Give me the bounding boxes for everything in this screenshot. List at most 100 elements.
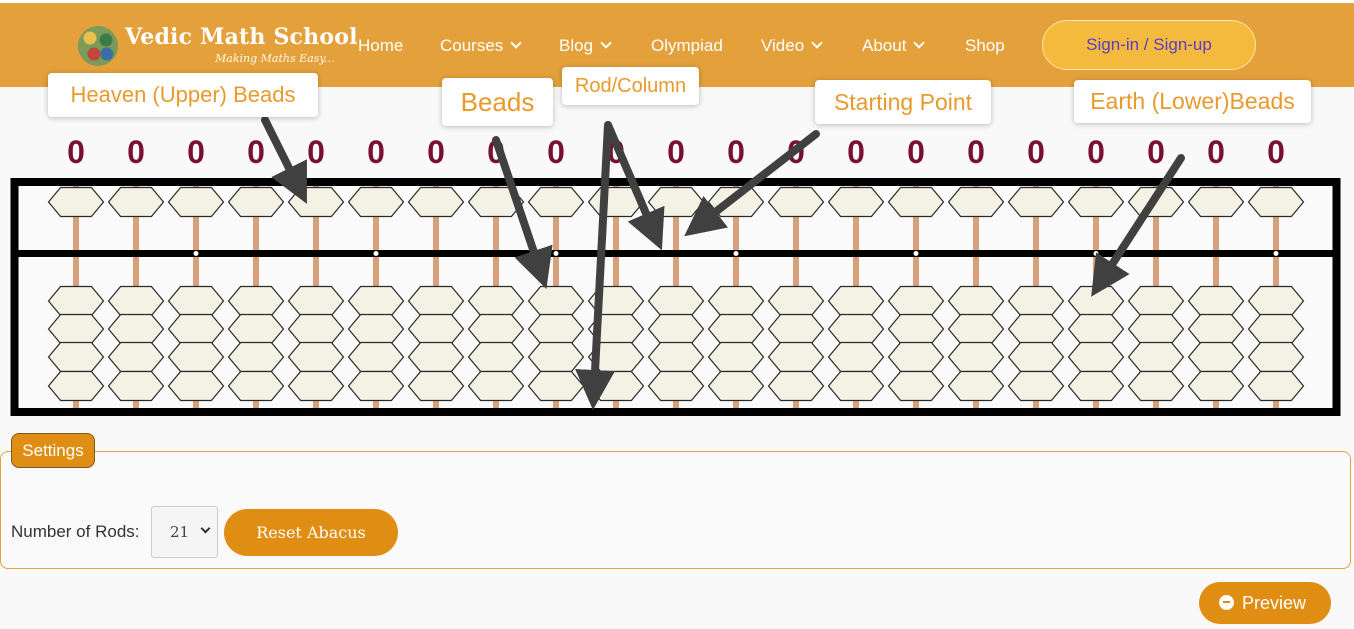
bead[interactable]: [887, 186, 945, 218]
bead[interactable]: [767, 285, 825, 317]
bead[interactable]: [707, 370, 765, 402]
bead[interactable]: [407, 186, 465, 218]
bead[interactable]: [1247, 186, 1305, 218]
bead[interactable]: [887, 370, 945, 402]
bead[interactable]: [47, 313, 105, 345]
bead[interactable]: [887, 313, 945, 345]
bead[interactable]: [227, 313, 285, 345]
bead[interactable]: [1007, 186, 1065, 218]
bead[interactable]: [1187, 313, 1245, 345]
bead[interactable]: [527, 186, 585, 218]
bead[interactable]: [647, 370, 705, 402]
bead[interactable]: [167, 313, 225, 345]
bead[interactable]: [47, 341, 105, 373]
bead[interactable]: [227, 370, 285, 402]
bead[interactable]: [1127, 285, 1185, 317]
bead[interactable]: [227, 285, 285, 317]
bead[interactable]: [167, 341, 225, 373]
bead[interactable]: [1247, 370, 1305, 402]
bead[interactable]: [647, 313, 705, 345]
bead[interactable]: [1067, 341, 1125, 373]
bead[interactable]: [107, 370, 165, 402]
bead[interactable]: [1007, 285, 1065, 317]
bead[interactable]: [347, 313, 405, 345]
bead[interactable]: [1007, 370, 1065, 402]
bead[interactable]: [527, 341, 585, 373]
bead[interactable]: [1127, 313, 1185, 345]
bead[interactable]: [767, 370, 825, 402]
bead[interactable]: [647, 341, 705, 373]
bead[interactable]: [287, 313, 345, 345]
bead[interactable]: [647, 285, 705, 317]
bead[interactable]: [467, 341, 525, 373]
bead[interactable]: [947, 341, 1005, 373]
bead[interactable]: [947, 370, 1005, 402]
bead[interactable]: [1127, 341, 1185, 373]
rods-select[interactable]: 21: [151, 506, 218, 558]
bead[interactable]: [467, 285, 525, 317]
bead[interactable]: [1007, 313, 1065, 345]
bead[interactable]: [107, 285, 165, 317]
bead[interactable]: [1127, 370, 1185, 402]
bead[interactable]: [1247, 285, 1305, 317]
bead[interactable]: [767, 341, 825, 373]
bead[interactable]: [527, 313, 585, 345]
bead[interactable]: [47, 186, 105, 218]
bead[interactable]: [287, 341, 345, 373]
bead[interactable]: [287, 285, 345, 317]
bead[interactable]: [1247, 313, 1305, 345]
bead[interactable]: [1067, 313, 1125, 345]
bead[interactable]: [527, 285, 585, 317]
bead[interactable]: [1187, 186, 1245, 218]
bead[interactable]: [347, 285, 405, 317]
preview-button[interactable]: Preview: [1199, 582, 1331, 624]
bead[interactable]: [287, 370, 345, 402]
bead[interactable]: [767, 313, 825, 345]
bead[interactable]: [1067, 370, 1125, 402]
bead[interactable]: [527, 370, 585, 402]
bead[interactable]: [167, 370, 225, 402]
bead[interactable]: [407, 341, 465, 373]
bead[interactable]: [827, 186, 885, 218]
bead[interactable]: [347, 186, 405, 218]
bead[interactable]: [767, 186, 825, 218]
bead[interactable]: [827, 285, 885, 317]
bead[interactable]: [1007, 341, 1065, 373]
bead[interactable]: [947, 313, 1005, 345]
bead[interactable]: [647, 186, 705, 218]
bead[interactable]: [107, 186, 165, 218]
bead[interactable]: [47, 370, 105, 402]
bead[interactable]: [1067, 186, 1125, 218]
bead[interactable]: [827, 370, 885, 402]
bead[interactable]: [347, 341, 405, 373]
bead[interactable]: [407, 313, 465, 345]
bead[interactable]: [887, 285, 945, 317]
bead[interactable]: [167, 186, 225, 218]
bead[interactable]: [407, 370, 465, 402]
bead[interactable]: [707, 285, 765, 317]
bead[interactable]: [47, 285, 105, 317]
bead[interactable]: [107, 341, 165, 373]
bead[interactable]: [827, 313, 885, 345]
bead[interactable]: [947, 285, 1005, 317]
bead[interactable]: [1187, 341, 1245, 373]
bead[interactable]: [407, 285, 465, 317]
bead[interactable]: [1067, 285, 1125, 317]
bead[interactable]: [467, 313, 525, 345]
bead[interactable]: [1187, 285, 1245, 317]
bead[interactable]: [827, 341, 885, 373]
bead[interactable]: [947, 186, 1005, 218]
bead[interactable]: [707, 313, 765, 345]
bead[interactable]: [467, 370, 525, 402]
bead[interactable]: [287, 186, 345, 218]
bead[interactable]: [707, 341, 765, 373]
bead[interactable]: [227, 186, 285, 218]
reset-abacus-button[interactable]: Reset Abacus: [224, 509, 398, 556]
bead[interactable]: [1187, 370, 1245, 402]
bead[interactable]: [347, 370, 405, 402]
bead[interactable]: [167, 285, 225, 317]
bead[interactable]: [1247, 341, 1305, 373]
bead[interactable]: [887, 341, 945, 373]
bead[interactable]: [107, 313, 165, 345]
bead[interactable]: [227, 341, 285, 373]
